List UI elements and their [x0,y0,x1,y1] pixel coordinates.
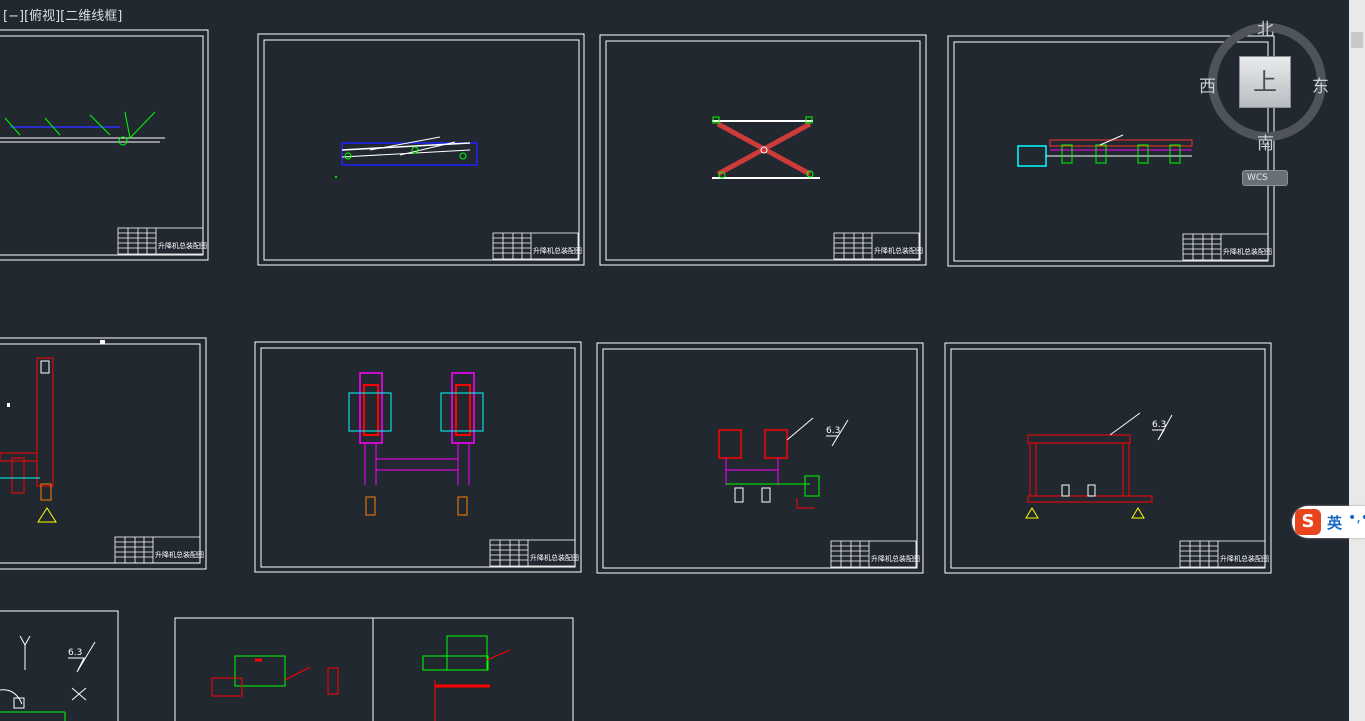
drawing-sheet-9[interactable]: 6.3 [0,610,119,721]
column-side-view [0,340,105,523]
drawing-sheet-7[interactable]: 升降机总装配图 6.3 [596,342,924,574]
drawing-sheet-10[interactable] [174,617,374,721]
title-block-label: 升降机总装配图 [1220,554,1269,563]
title-block-label: 升降机总装配图 [1223,247,1272,256]
drawing-sheet-5[interactable]: 升降机总装配图 [0,337,207,570]
drawing-sheet-11[interactable] [372,617,574,721]
roughness-symbol: 6.3 [68,648,82,658]
lift-collapsed-side-view [335,136,478,178]
drawing-canvas[interactable]: 升降机总装配图 升降机总装配图 升降机总装配图 升降机总装配图 升降机总装配图 … [0,0,1349,721]
svg-text:6.3: 6.3 [826,426,840,436]
base-assembly-view [718,417,820,509]
compass-west-label[interactable]: 西 [1199,72,1216,97]
drawing-sheet-6[interactable]: 升降机总装配图 [254,341,582,573]
drive-assembly-view [1017,134,1193,167]
scrollbar-thumb[interactable] [1351,32,1363,48]
title-block-label: 升降机总装配图 [155,550,204,559]
frame-weldment-view [1025,412,1153,519]
viewcube-top-face[interactable]: 上 [1239,56,1291,108]
compass-north-label[interactable]: 北 [1257,15,1274,40]
title-block-label: 升降机总装配图 [158,241,207,250]
ime-toolbar[interactable]: S 英 •,• [1292,506,1365,538]
title-block-label: 升降机总装配图 [874,246,923,255]
vertical-scrollbar[interactable] [1349,0,1365,721]
title-block-label: 升降机总装配图 [530,553,579,562]
bearing-housing-front-view [348,372,484,516]
drawing-sheet-3[interactable]: 升降机总装配图 [599,34,927,266]
sogou-logo-icon[interactable]: S [1295,509,1321,535]
drawing-sheet-8[interactable]: 升降机总装配图 6.3 [944,342,1272,574]
roughness-symbol: 6.3 [1152,414,1173,441]
wcs-menu-button[interactable]: WCS [1242,170,1288,186]
compass-east-label[interactable]: 东 [1312,72,1329,97]
ime-punctuation-toggle[interactable]: •,• [1348,510,1365,526]
roughness-symbol: 6.3 [826,419,849,447]
assembly-side-view [0,111,165,146]
title-block-label: 升降机总装配图 [871,554,920,563]
title-block-label: 升降机总装配图 [533,246,582,255]
scissor-lift-raised-view [712,116,820,179]
drawing-sheet-1[interactable]: 升降机总装配图 [0,29,209,261]
ime-language-toggle[interactable]: 英 [1327,512,1342,533]
compass-south-label[interactable]: 南 [1257,129,1274,154]
drawing-sheet-2[interactable]: 升降机总装配图 [257,33,585,266]
viewcube[interactable]: 北 西 东 南 上 WCS [1195,15,1335,190]
